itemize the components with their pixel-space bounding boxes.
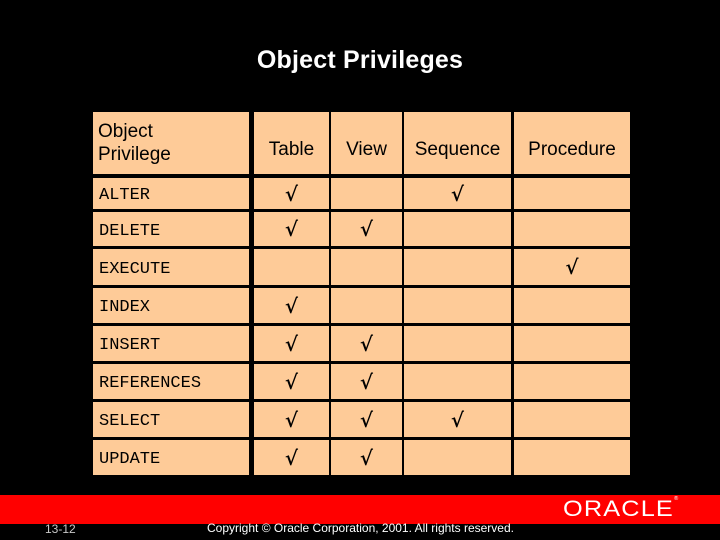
cell-sequence <box>404 249 511 285</box>
check-mark-icon: √ <box>359 445 374 470</box>
trademark-mark: ® <box>673 496 680 502</box>
cell-sequence: √ <box>404 178 511 209</box>
header-label: Table <box>268 139 315 160</box>
cell-table: √ <box>254 288 329 323</box>
cell-procedure <box>514 326 630 361</box>
privilege-name-cell: INDEX <box>93 288 249 323</box>
privilege-name: REFERENCES <box>99 374 202 393</box>
cell-view: √ <box>331 326 402 361</box>
cell-table: √ <box>254 402 329 437</box>
cell-view <box>331 178 402 209</box>
privilege-name: EXECUTE <box>99 259 171 279</box>
cell-procedure <box>514 440 630 475</box>
check-mark-icon: √ <box>565 255 579 279</box>
check-mark-icon: √ <box>284 217 299 241</box>
privilege-name: INDEX <box>99 298 151 317</box>
cell-table: √ <box>254 212 329 246</box>
check-mark-icon: √ <box>450 181 465 206</box>
privilege-name: INSERT <box>99 336 161 355</box>
cell-table: √ <box>254 440 329 475</box>
cell-procedure <box>514 288 630 323</box>
cell-table <box>254 249 329 285</box>
cell-sequence <box>404 212 511 246</box>
cell-procedure <box>514 178 630 209</box>
page-number: 13-12 <box>45 522 76 536</box>
cell-view <box>331 288 402 323</box>
cell-table: √ <box>254 326 329 361</box>
header-cell-procedure: Procedure <box>514 112 630 174</box>
cell-sequence <box>404 288 511 323</box>
cell-procedure <box>514 364 630 399</box>
cell-table: √ <box>254 364 329 399</box>
check-mark-icon: √ <box>359 331 374 356</box>
cell-view: √ <box>331 212 402 246</box>
header-cell-view: View <box>331 112 402 174</box>
header-label: Procedure <box>528 139 616 160</box>
privilege-name-cell: UPDATE <box>93 440 249 475</box>
check-mark-icon: √ <box>284 331 299 356</box>
privilege-name-cell: REFERENCES <box>93 364 249 399</box>
privilege-name-cell: EXECUTE <box>93 249 249 285</box>
check-mark-icon: √ <box>284 407 299 432</box>
privileges-table: Object Privilege Table View Sequence Procedur… <box>93 112 630 475</box>
slide-title: Object Privileges <box>256 46 464 74</box>
cell-sequence <box>404 440 511 475</box>
header-cell-table: Table <box>254 112 329 174</box>
header-cell-sequence: Sequence <box>404 112 511 174</box>
header-label: Sequence <box>414 139 501 160</box>
header-line: Privilege <box>98 144 171 165</box>
check-mark-icon: √ <box>359 407 374 432</box>
cell-table: √ <box>254 178 329 209</box>
cell-view: √ <box>331 402 402 437</box>
privilege-name: DELETE <box>99 221 161 241</box>
check-mark-icon: √ <box>359 217 374 241</box>
cell-procedure <box>514 212 630 246</box>
header-line: Object <box>98 121 153 142</box>
privilege-name: SELECT <box>99 412 161 431</box>
privilege-name-cell: ALTER <box>93 178 249 209</box>
cell-sequence <box>404 364 511 399</box>
check-mark-icon: √ <box>284 369 299 394</box>
copyright-notice: Copyright © Oracle Corporation, 2001. Al… <box>207 521 514 535</box>
privilege-name-cell: DELETE <box>93 212 249 246</box>
header-label: View <box>346 139 387 160</box>
cell-view: √ <box>331 364 402 399</box>
cell-procedure <box>514 402 630 437</box>
oracle-logo: ORACLE® <box>563 496 679 522</box>
check-mark-icon: √ <box>450 407 465 432</box>
check-mark-icon: √ <box>284 181 299 206</box>
cell-procedure: √ <box>514 249 630 285</box>
oracle-logo-text: ORACLE <box>563 496 674 521</box>
privilege-name-cell: SELECT <box>93 402 249 437</box>
cell-view <box>331 249 402 285</box>
privilege-name-cell: INSERT <box>93 326 249 361</box>
check-mark-icon: √ <box>359 369 374 394</box>
privilege-name: UPDATE <box>99 450 161 469</box>
privilege-name: ALTER <box>99 186 151 205</box>
check-mark-icon: √ <box>284 293 299 318</box>
cell-sequence <box>404 326 511 361</box>
cell-view: √ <box>331 440 402 475</box>
cell-sequence: √ <box>404 402 511 437</box>
header-cell-object-privilege: Object Privilege <box>93 112 249 174</box>
check-mark-icon: √ <box>284 445 299 470</box>
